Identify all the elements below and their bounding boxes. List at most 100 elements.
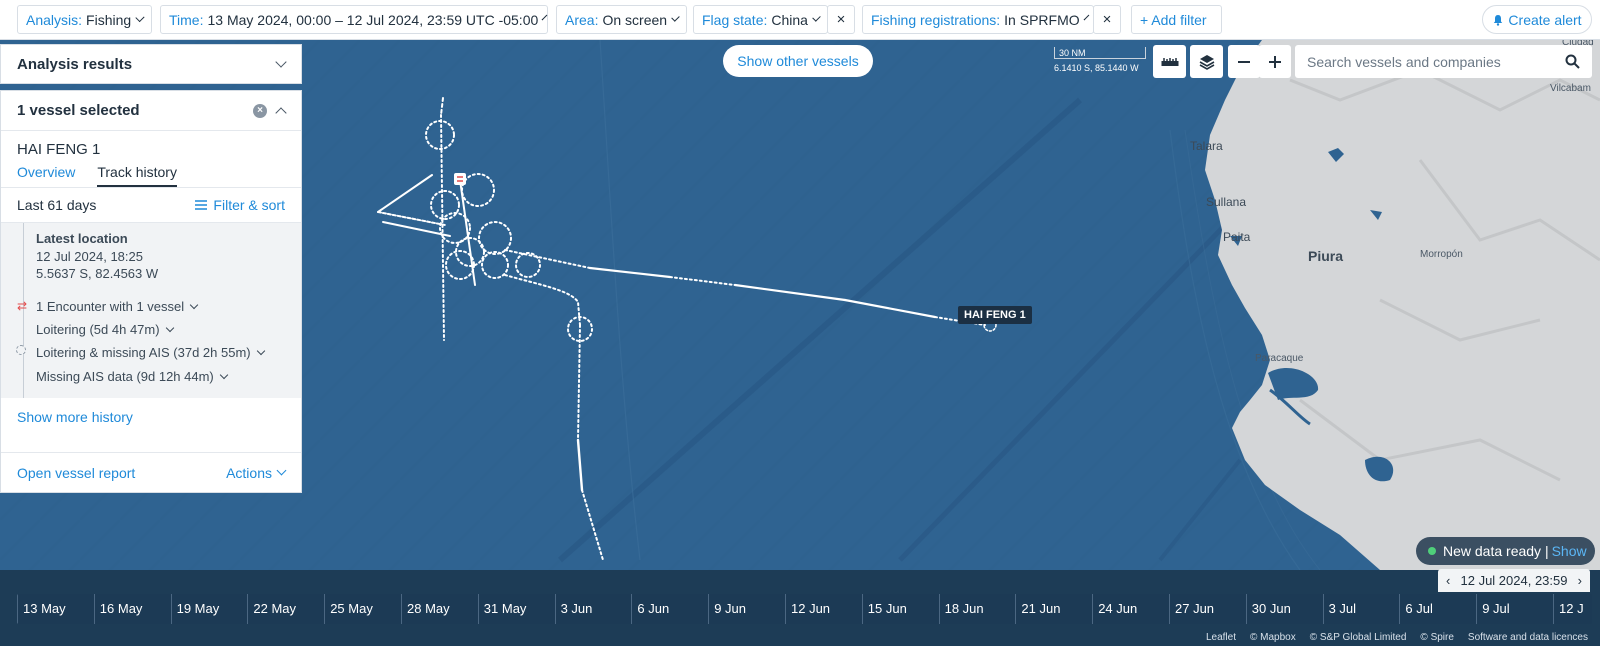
timebar-tick[interactable]: 30 Jun (1245, 594, 1323, 624)
place-label: Paita (1223, 230, 1251, 244)
analysis-results-panel[interactable]: Analysis results (0, 44, 302, 84)
zoom-out-button[interactable] (1228, 45, 1260, 78)
chevron-down-icon (1083, 14, 1089, 21)
analysis-results-title: Analysis results (17, 55, 133, 73)
show-other-vessels-button[interactable]: Show other vessels (723, 45, 873, 77)
open-vessel-report-link[interactable]: Open vessel report (17, 465, 135, 481)
timebar-tick[interactable]: 22 May (247, 594, 324, 624)
place-label: Piura (1308, 248, 1344, 264)
timebar-tick[interactable]: 12 J (1553, 594, 1592, 624)
ruler-button[interactable] (1153, 45, 1186, 78)
timebar-ticks[interactable]: 13 May 16 May 19 May 22 May 25 May 28 May 31 M… (17, 594, 1592, 624)
chevron-down-icon[interactable] (275, 56, 287, 68)
clear-selection-icon[interactable]: × (253, 103, 267, 118)
latest-location-time: 12 Jul 2024, 18:25 (36, 249, 143, 264)
timebar-tick[interactable]: 18 Jun (938, 594, 1016, 624)
timebar-current-date: ‹ 12 Jul 2024, 23:59 › (1438, 569, 1590, 592)
history-period-row: Last 61 days Filter & sort (1, 187, 301, 223)
list-icon (195, 200, 208, 210)
vessel-selected-title: 1 vessel selected (17, 102, 140, 119)
scale-bar: 30 NM (1054, 47, 1146, 59)
vessel-name: HAI FENG 1 (17, 141, 101, 158)
place-label: Sullana (1206, 195, 1247, 209)
timebar-tick[interactable]: 3 Jul (1322, 594, 1400, 624)
history-event-loitering[interactable]: Loitering (5d 4h 47m) (36, 322, 174, 337)
layers-button[interactable] (1190, 45, 1223, 78)
chevron-down-icon (165, 323, 174, 333)
tab-track-history[interactable]: Track history (97, 164, 177, 187)
history-period: Last 61 days (17, 197, 97, 213)
credit-mapbox[interactable]: © Mapbox (1250, 632, 1296, 643)
vessel-panel: 1 vessel selected × HAI FENG 1 Overview … (0, 90, 302, 493)
actions-dropdown[interactable]: Actions (226, 465, 287, 481)
latest-location-coords: 5.5637 S, 82.4563 W (36, 266, 159, 281)
map-scale: 30 NM 6.1410 S, 85.1440 W (1054, 47, 1146, 73)
layers-icon (1199, 54, 1214, 70)
timebar-tick[interactable]: 12 Jun (785, 594, 862, 624)
place-label: Talara (1190, 139, 1223, 153)
search-input[interactable] (1307, 53, 1547, 70)
chevron-down-icon (276, 465, 287, 476)
flag-state-filter-dropdown[interactable]: Flag state: China (693, 5, 828, 34)
chevron-right-icon[interactable]: › (1578, 573, 1582, 588)
search-icon[interactable] (1565, 54, 1580, 69)
create-alert-button[interactable]: Create alert (1482, 5, 1592, 34)
time-filter-dropdown[interactable]: Time: 13 May 2024, 00:00 – 12 Jul 2024, 2… (160, 5, 548, 34)
timebar-tick[interactable]: 19 May (170, 594, 248, 624)
timebar-tick[interactable]: 24 Jun (1092, 594, 1169, 624)
credit-licences-link[interactable]: Software and data licences (1468, 632, 1588, 643)
history-event-encounter[interactable]: 1 Encounter with 1 vessel (36, 299, 199, 314)
timebar-tick[interactable]: 21 Jun (1015, 594, 1092, 624)
chevron-down-icon (219, 370, 229, 380)
chevron-down-icon (256, 346, 265, 356)
add-filter-button[interactable]: + Add filter (1131, 5, 1222, 34)
vessel-panel-header: 1 vessel selected × (1, 91, 301, 131)
tab-overview[interactable]: Overview (17, 164, 75, 187)
vessel-panel-footer: Open vessel report Actions (1, 452, 301, 492)
analysis-filter-dropdown[interactable]: Analysis: Fishing (17, 5, 152, 34)
history-event-missing-ais[interactable]: Missing AIS data (9d 12h 44m) (36, 369, 229, 384)
chevron-down-icon (541, 14, 548, 21)
chevron-down-icon (812, 13, 821, 22)
timebar-tick[interactable]: 15 Jun (861, 594, 939, 624)
show-more-history-link[interactable]: Show more history (1, 398, 301, 436)
vessel-map-label[interactable]: HAI FENG 1 (958, 306, 1032, 324)
place-label: Paracaque (1255, 353, 1304, 364)
credit-spire[interactable]: © Spire (1420, 632, 1454, 643)
credit-leaflet[interactable]: Leaflet (1206, 632, 1236, 643)
chevron-up-icon[interactable] (275, 106, 287, 119)
timebar-tick[interactable]: 16 May (93, 594, 171, 624)
show-new-data-link[interactable]: Show (1552, 543, 1587, 559)
zoom-in-button[interactable] (1259, 45, 1291, 78)
encounter-icon: ⇄ (17, 299, 28, 313)
timebar-tick[interactable]: 3 Jun (554, 594, 632, 624)
timebar-tick[interactable]: 27 Jun (1169, 594, 1246, 624)
ruler-icon (1161, 57, 1178, 66)
timebar-tick[interactable]: 9 Jul (1476, 594, 1553, 624)
timebar-tick[interactable]: 6 Jun (631, 594, 708, 624)
timebar-tick[interactable]: 9 Jun (708, 594, 785, 624)
filter-sort-button[interactable]: Filter & sort (195, 197, 285, 213)
chevron-left-icon[interactable]: ‹ (1446, 573, 1450, 588)
history-event-loitering-missing-ais[interactable]: Loitering & missing AIS (37d 2h 55m) (36, 345, 265, 360)
latest-location: Latest location 12 Jul 2024, 18:25 5.563… (1, 231, 301, 281)
track-history-list: Latest location 12 Jul 2024, 18:25 5.563… (1, 223, 301, 398)
timebar-tick[interactable]: 13 May (17, 594, 94, 624)
map-credits: Leaflet © Mapbox © S&P Global Limited © … (1206, 632, 1588, 643)
credit-sp-global[interactable]: © S&P Global Limited (1310, 632, 1407, 643)
timebar-tick[interactable]: 25 May (324, 594, 401, 624)
status-dot-icon (1428, 547, 1436, 555)
filter-bar: Analysis: Fishing Time: 13 May 2024, 00:00… (0, 0, 1600, 40)
chevron-down-icon (189, 300, 199, 310)
vessel-search (1295, 45, 1592, 78)
bell-icon (1494, 14, 1503, 26)
registrations-filter-dropdown[interactable]: Fishing registrations: In SPRFMO (862, 5, 1094, 34)
timebar-tick[interactable]: 31 May (477, 594, 555, 624)
remove-registrations-filter-button[interactable]: × (1093, 5, 1121, 34)
area-filter-dropdown[interactable]: Area: On screen (556, 5, 687, 34)
timebar: ‹ 12 Jul 2024, 23:59 › 13 May 16 May 19 Ma… (0, 569, 1600, 646)
timebar-tick[interactable]: 6 Jul (1399, 594, 1476, 624)
place-label: Vilcabam (1550, 83, 1591, 94)
timebar-tick[interactable]: 28 May (401, 594, 478, 624)
remove-flag-filter-button[interactable]: × (827, 5, 855, 34)
